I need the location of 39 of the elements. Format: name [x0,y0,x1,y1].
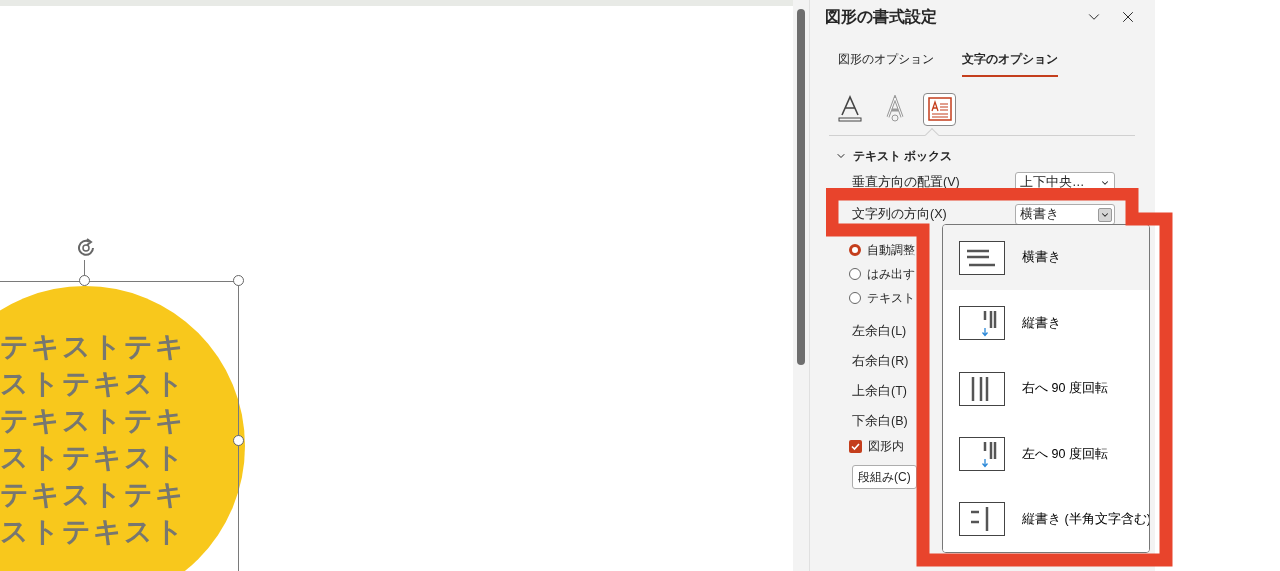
field-label: 文字列の方向(X) [852,206,948,224]
radio-button[interactable] [849,291,861,304]
shape-text: ストテキスト [0,515,186,549]
shape-text: テキストテキ [0,330,186,364]
dropdown-option[interactable]: 横書き [943,225,1149,291]
options-tab[interactable]: 文字のオプション [962,43,1058,77]
options-tab[interactable]: 図形のオプション [838,43,934,77]
field-label: 左余白(L) [852,323,907,340]
text-direction-icon [959,240,1005,275]
dropdown-select[interactable]: 横書き [1015,204,1115,225]
text-direction-icon [959,306,1005,341]
icon-tab[interactable] [923,92,956,126]
panel-title: 図形の書式設定 [825,7,938,27]
text-direction-icon [959,436,1005,471]
field-label: 右余白(R) [852,353,909,370]
shape-text: ストテキスト [0,367,186,401]
field-label: 上余白(T) [852,383,907,400]
checkbox-label: 図形内 [868,438,904,455]
field-label: 垂直方向の配置(V) [852,174,961,192]
textbox-icon [927,97,952,121]
checkbox[interactable] [849,439,862,453]
columns-button[interactable]: 段組み(C) [852,465,917,489]
shape-text: テキストテキ [0,404,186,438]
text-direction-icon [959,371,1005,406]
text-fill-icon [836,95,863,123]
section-header[interactable]: テキスト ボックス [835,146,1137,166]
scrollbar-thumb[interactable] [797,9,805,365]
resize-handle[interactable] [79,275,90,286]
field-label: 下余白(B) [852,413,908,430]
radio-label: 自動調整 [867,241,915,259]
shape-text: ストテキスト [0,441,186,475]
radio-label: はみ出す [867,265,915,283]
radio-button[interactable] [849,267,861,280]
resize-handle[interactable] [233,435,244,446]
shape-text: テキストテキ [0,478,186,512]
radio-label: テキスト [867,289,915,307]
resize-handle[interactable] [233,275,244,286]
radio-button[interactable] [849,243,861,256]
text-direction-icon [959,502,1005,537]
